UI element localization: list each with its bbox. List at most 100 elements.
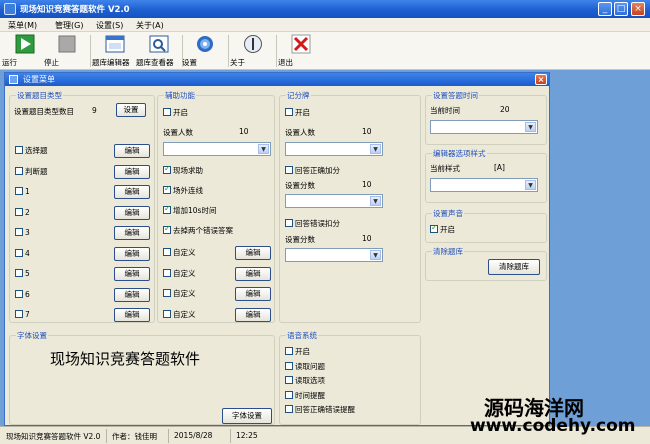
assist-custom-edit-button[interactable]: 编辑 bbox=[235, 287, 271, 301]
settings-title: 设置菜单 bbox=[23, 75, 55, 84]
question-type-edit-button[interactable]: 编辑 bbox=[114, 267, 150, 281]
clear-title: 清除题库 bbox=[432, 246, 464, 257]
score-group: 记分牌 开启 设置人数 10 ▼ 回答正确加分 设置分数 10 ▼ 回答错误扣分… bbox=[279, 90, 421, 323]
sound-enable-checkbox[interactable]: 开启 bbox=[430, 223, 455, 235]
toolbar-separator bbox=[90, 35, 91, 67]
close-button[interactable]: × bbox=[631, 2, 645, 16]
voice-option-checkbox[interactable]: 开启 bbox=[285, 347, 310, 357]
menubar: 菜单(M) 管理(G) 设置(S) 关于(A) bbox=[0, 18, 650, 32]
score1-label: 设置分数 bbox=[285, 181, 315, 190]
editor-style-title: 编辑器选项样式 bbox=[432, 148, 487, 159]
editor-style-group: 编辑器选项样式 当前样式 [A] ▼ bbox=[425, 148, 547, 203]
editor-style-value: [A] bbox=[494, 163, 505, 172]
voice-option-checkbox[interactable]: 读取选项 bbox=[285, 376, 325, 386]
assist-people-select[interactable]: ▼ bbox=[163, 142, 271, 156]
toolbar-separator bbox=[228, 35, 229, 67]
question-type-checkbox[interactable]: 4 bbox=[15, 248, 30, 259]
question-types-group: 设置题目类型 设置题目类型数目 9 设置 选择题 编辑 判断题 编辑 1 编辑 2 编辑 3 编辑… bbox=[9, 90, 155, 323]
question-type-checkbox[interactable]: 5 bbox=[15, 269, 30, 279]
score2-select[interactable]: ▼ bbox=[285, 248, 383, 262]
editor-icon bbox=[105, 35, 125, 53]
question-type-edit-button[interactable]: 编辑 bbox=[114, 205, 150, 220]
question-type-checkbox[interactable]: 判断题 bbox=[15, 166, 48, 177]
settings-close-button[interactable]: × bbox=[535, 74, 547, 85]
question-type-edit-button[interactable]: 编辑 bbox=[114, 144, 150, 158]
chevron-down-icon: ▼ bbox=[370, 250, 381, 260]
editor-style-select[interactable]: ▼ bbox=[430, 178, 538, 192]
score-enable-checkbox[interactable]: 开启 bbox=[285, 108, 310, 118]
menu-item-menu[interactable]: 菜单(M) bbox=[8, 20, 37, 31]
question-type-checkbox[interactable]: 2 bbox=[15, 207, 30, 218]
font-preview-text: 现场知识竞赛答题软件 bbox=[50, 350, 201, 368]
question-editor-button[interactable]: 题库编辑器 bbox=[92, 34, 138, 67]
settings-window-icon bbox=[9, 75, 18, 84]
question-type-edit-button[interactable]: 编辑 bbox=[114, 185, 150, 199]
voice-option-checkbox[interactable]: 读取问题 bbox=[285, 361, 325, 372]
score2-value: 10 bbox=[362, 234, 372, 243]
run-button[interactable]: 运行 bbox=[2, 34, 48, 67]
assist-people-value: 10 bbox=[239, 127, 249, 136]
assist-custom-checkbox[interactable]: 自定义 bbox=[163, 248, 196, 258]
question-type-edit-button[interactable]: 编辑 bbox=[114, 246, 150, 261]
correct-add-checkbox[interactable]: 回答正确加分 bbox=[285, 166, 340, 176]
question-type-edit-button[interactable]: 编辑 bbox=[114, 287, 150, 302]
assist-group: 辅助功能 开启 设置人数 10 ▼ 现场求助场外连线增加10s时间去掉两个错误答… bbox=[157, 90, 275, 323]
menu-item-manage[interactable]: 管理(G) bbox=[55, 20, 83, 31]
assist-option-checkbox[interactable]: 去掉两个错误答案 bbox=[163, 224, 233, 236]
answer-time-label: 当前时间 bbox=[430, 106, 460, 115]
score1-select[interactable]: ▼ bbox=[285, 194, 383, 208]
viewer-icon bbox=[149, 35, 169, 53]
assist-custom-checkbox[interactable]: 自定义 bbox=[163, 309, 196, 320]
set-type-count-button[interactable]: 设置 bbox=[116, 103, 146, 117]
answer-time-select[interactable]: ▼ bbox=[430, 120, 538, 134]
wrong-sub-checkbox[interactable]: 回答错误扣分 bbox=[285, 219, 340, 229]
maximize-button[interactable]: □ bbox=[614, 2, 628, 16]
exit-button[interactable]: 退出 bbox=[278, 34, 324, 67]
clear-bank-button[interactable]: 清除题库 bbox=[488, 259, 540, 275]
question-type-checkbox[interactable]: 3 bbox=[15, 228, 30, 238]
font-settings-button[interactable]: 字体设置 bbox=[222, 408, 272, 424]
assist-option-checkbox[interactable]: 增加10s时间 bbox=[163, 204, 216, 216]
minimize-button[interactable]: _ bbox=[598, 2, 612, 16]
stop-icon bbox=[58, 35, 76, 53]
question-type-checkbox[interactable]: 选择题 bbox=[15, 146, 48, 156]
question-type-checkbox[interactable]: 7 bbox=[15, 310, 30, 320]
assist-custom-edit-button[interactable]: 编辑 bbox=[235, 266, 271, 281]
menu-item-about[interactable]: 关于(A) bbox=[136, 20, 164, 31]
question-type-edit-button[interactable]: 编辑 bbox=[114, 164, 150, 179]
score-people-select[interactable]: ▼ bbox=[285, 142, 383, 156]
assist-custom-edit-button[interactable]: 编辑 bbox=[235, 307, 271, 322]
settings-titlebar: 设置菜单 × bbox=[5, 73, 549, 86]
sound-title: 设置声音 bbox=[432, 208, 464, 219]
question-type-edit-button[interactable]: 编辑 bbox=[114, 308, 150, 322]
app-icon bbox=[4, 3, 16, 15]
clear-group: 清除题库 清除题库 bbox=[425, 246, 547, 281]
chevron-down-icon: ▼ bbox=[258, 144, 269, 154]
voice-option-checkbox[interactable]: 回答正确错误提醒 bbox=[285, 405, 355, 415]
about-button[interactable]: 关于 bbox=[230, 34, 276, 67]
font-title: 字体设置 bbox=[16, 330, 48, 341]
question-type-edit-button[interactable]: 编辑 bbox=[114, 226, 150, 240]
question-type-checkbox[interactable]: 1 bbox=[15, 187, 30, 197]
chevron-down-icon: ▼ bbox=[370, 196, 381, 206]
assist-custom-checkbox[interactable]: 自定义 bbox=[163, 268, 196, 279]
settings-button[interactable]: 设置 bbox=[182, 34, 228, 67]
sound-group: 设置声音 开启 bbox=[425, 208, 547, 243]
voice-title: 语音系统 bbox=[286, 330, 318, 341]
answer-time-value: 20 bbox=[500, 105, 510, 114]
stop-button[interactable]: 停止 bbox=[44, 34, 90, 67]
voice-option-checkbox[interactable]: 时间提醒 bbox=[285, 390, 325, 401]
assist-option-checkbox[interactable]: 场外连线 bbox=[163, 184, 203, 196]
chevron-down-icon: ▼ bbox=[370, 144, 381, 154]
gear-icon bbox=[197, 36, 213, 52]
assist-option-checkbox[interactable]: 现场求助 bbox=[163, 164, 203, 176]
menu-item-settings[interactable]: 设置(S) bbox=[96, 20, 123, 31]
question-type-checkbox[interactable]: 6 bbox=[15, 289, 30, 300]
watermark-url: www.codehy.com bbox=[470, 416, 636, 436]
assist-custom-checkbox[interactable]: 自定义 bbox=[163, 289, 196, 299]
answer-time-title: 设置答题时间 bbox=[432, 90, 479, 101]
voice-group: 语音系统 开启读取问题读取选项时间提醒回答正确错误提醒 bbox=[279, 330, 421, 425]
question-viewer-button[interactable]: 题库查看器 bbox=[136, 34, 182, 67]
assist-enable-checkbox[interactable]: 开启 bbox=[163, 108, 188, 118]
assist-custom-edit-button[interactable]: 编辑 bbox=[235, 246, 271, 260]
